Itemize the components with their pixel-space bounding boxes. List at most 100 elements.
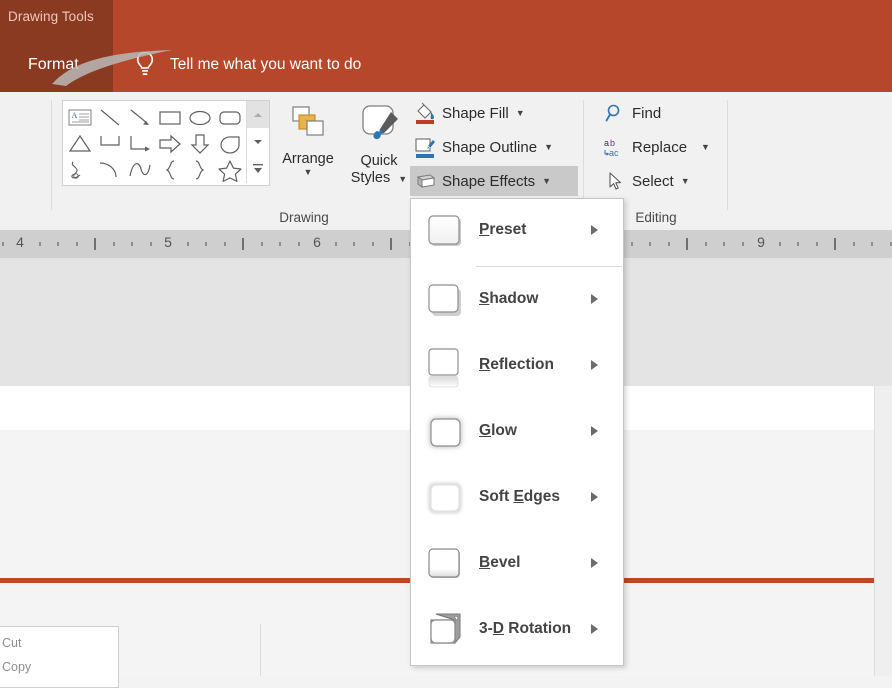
glow-effect-icon bbox=[424, 412, 468, 456]
ruler-tick bbox=[834, 238, 836, 250]
ruler-tick bbox=[631, 242, 633, 246]
shape-star[interactable] bbox=[215, 157, 245, 183]
caret-down-icon: ▼ bbox=[681, 177, 690, 186]
ruler-number: 6 bbox=[313, 234, 321, 250]
select-label: Select bbox=[632, 173, 674, 190]
ruler-tick bbox=[242, 238, 244, 250]
shape-fill-button[interactable]: Shape Fill ▼ bbox=[410, 98, 529, 128]
shape-effects-icon bbox=[414, 170, 436, 192]
select-button[interactable]: Select ▼ bbox=[600, 166, 694, 196]
selection-swoosh-graphic bbox=[52, 38, 172, 78]
contextual-tab-group-label: Drawing Tools bbox=[8, 9, 113, 24]
ruler-tick bbox=[390, 238, 392, 250]
submenu-arrow-icon bbox=[591, 360, 598, 370]
group-divider bbox=[51, 100, 52, 210]
submenu-arrow-icon bbox=[591, 294, 598, 304]
ruler-tick bbox=[150, 242, 152, 246]
shape-line[interactable] bbox=[95, 105, 125, 131]
caret-down-icon: ▼ bbox=[701, 143, 710, 152]
find-button[interactable]: Find bbox=[600, 98, 665, 128]
vertical-scrollbar[interactable] bbox=[874, 386, 892, 676]
submenu-arrow-icon bbox=[591, 225, 598, 235]
shadow-effect-icon bbox=[424, 280, 468, 324]
menu-item-reflection-label: Reflection bbox=[479, 356, 554, 374]
powerpoint-window: Drawing Tools Format Tell me what you wa… bbox=[0, 0, 892, 676]
group-label-drawing: Drawing bbox=[214, 210, 394, 225]
context-menu-item-copy[interactable]: Copy bbox=[2, 660, 31, 674]
shape-text-box[interactable]: A bbox=[65, 105, 95, 131]
select-pointer-icon bbox=[604, 170, 626, 192]
shape-isosceles-triangle[interactable] bbox=[65, 131, 95, 157]
svg-text:A: A bbox=[72, 111, 78, 120]
shape-effects-button[interactable]: Shape Effects ▼ bbox=[410, 166, 578, 196]
shape-right-arrow[interactable] bbox=[155, 131, 185, 157]
ruler-tick bbox=[705, 242, 707, 246]
caret-down-icon: ▼ bbox=[516, 109, 525, 118]
arrange-button[interactable]: Arrange ▼ bbox=[276, 100, 340, 177]
menu-item-bevel-label: Bevel bbox=[479, 554, 520, 572]
shape-rounded-rectangle[interactable] bbox=[215, 105, 245, 131]
caret-down-icon: ▼ bbox=[276, 168, 340, 177]
shape-pie[interactable] bbox=[215, 131, 245, 157]
context-menu-fragment[interactable]: Cut Copy bbox=[0, 626, 119, 688]
tell-me-search-box[interactable]: Tell me what you want to do bbox=[170, 56, 361, 74]
ruler-tick bbox=[113, 242, 115, 246]
shape-curve[interactable] bbox=[125, 157, 155, 183]
menu-item-shadow-label: Shadow bbox=[479, 290, 538, 308]
arrange-label: Arrange bbox=[282, 151, 334, 167]
preset-effect-icon bbox=[424, 211, 468, 255]
shape-rectangle[interactable] bbox=[155, 105, 185, 131]
ruler-tick bbox=[76, 242, 78, 246]
ruler-tick bbox=[742, 242, 744, 246]
context-menu-item-cut[interactable]: Cut bbox=[2, 636, 21, 650]
menu-item-soft-edges[interactable]: Soft Edges bbox=[411, 467, 623, 533]
scroll-down-icon[interactable] bbox=[247, 128, 269, 156]
shape-fill-label: Shape Fill bbox=[442, 105, 509, 122]
caret-down-icon: ▼ bbox=[544, 143, 553, 152]
shape-oval[interactable] bbox=[185, 105, 215, 131]
shape-line-arrow[interactable] bbox=[125, 105, 155, 131]
ruler-tick bbox=[39, 242, 41, 246]
ruler-tick bbox=[224, 242, 226, 246]
quick-styles-icon bbox=[348, 100, 410, 153]
replace-button[interactable]: a b ac Replace ▼ bbox=[600, 132, 714, 162]
submenu-arrow-icon bbox=[591, 558, 598, 568]
shape-left-brace[interactable] bbox=[155, 157, 185, 183]
shape-down-arrow[interactable] bbox=[185, 131, 215, 157]
menu-item-reflection[interactable]: Reflection bbox=[411, 335, 623, 401]
ruler-tick bbox=[668, 242, 670, 246]
gallery-scrollbar[interactable] bbox=[246, 101, 269, 183]
shape-scribble[interactable] bbox=[65, 157, 95, 183]
menu-item-glow[interactable]: Glow bbox=[411, 401, 623, 467]
shape-elbow-connector[interactable] bbox=[95, 131, 125, 157]
shape-elbow-arrow-connector[interactable] bbox=[125, 131, 155, 157]
submenu-arrow-icon bbox=[591, 426, 598, 436]
more-shapes-icon[interactable] bbox=[247, 155, 269, 182]
ruler-tick bbox=[2, 242, 4, 246]
ruler-tick bbox=[187, 242, 189, 246]
menu-item-bevel[interactable]: Bevel bbox=[411, 533, 623, 599]
replace-label: Replace bbox=[632, 139, 687, 156]
caret-down-icon: ▼ bbox=[542, 177, 551, 186]
ruler-tick bbox=[372, 242, 374, 246]
ruler-tick bbox=[261, 242, 263, 246]
quick-styles-button[interactable]: Quick Styles ▼ bbox=[348, 100, 410, 188]
group-divider bbox=[583, 100, 584, 210]
group-divider bbox=[727, 100, 728, 210]
ruler-tick bbox=[335, 242, 337, 246]
rotation-3d-effect-icon bbox=[424, 610, 468, 654]
menu-item-preset[interactable]: Preset bbox=[411, 200, 623, 266]
shape-effects-dropdown-menu[interactable]: Preset Shadow bbox=[410, 198, 624, 666]
scroll-up-icon[interactable] bbox=[247, 101, 269, 129]
menu-item-soft-edges-label: Soft Edges bbox=[479, 488, 560, 506]
shape-fill-icon bbox=[414, 102, 436, 124]
submenu-arrow-icon bbox=[591, 492, 598, 502]
ruler-tick bbox=[205, 242, 207, 246]
bevel-effect-icon bbox=[424, 544, 468, 588]
menu-item-shadow[interactable]: Shadow bbox=[411, 269, 623, 335]
shape-right-brace[interactable] bbox=[185, 157, 215, 183]
shape-arc[interactable] bbox=[95, 157, 125, 183]
shapes-gallery[interactable]: A bbox=[62, 100, 270, 186]
shape-outline-button[interactable]: Shape Outline ▼ bbox=[410, 132, 557, 162]
menu-item-3d-rotation[interactable]: 3-D Rotation bbox=[411, 599, 623, 665]
